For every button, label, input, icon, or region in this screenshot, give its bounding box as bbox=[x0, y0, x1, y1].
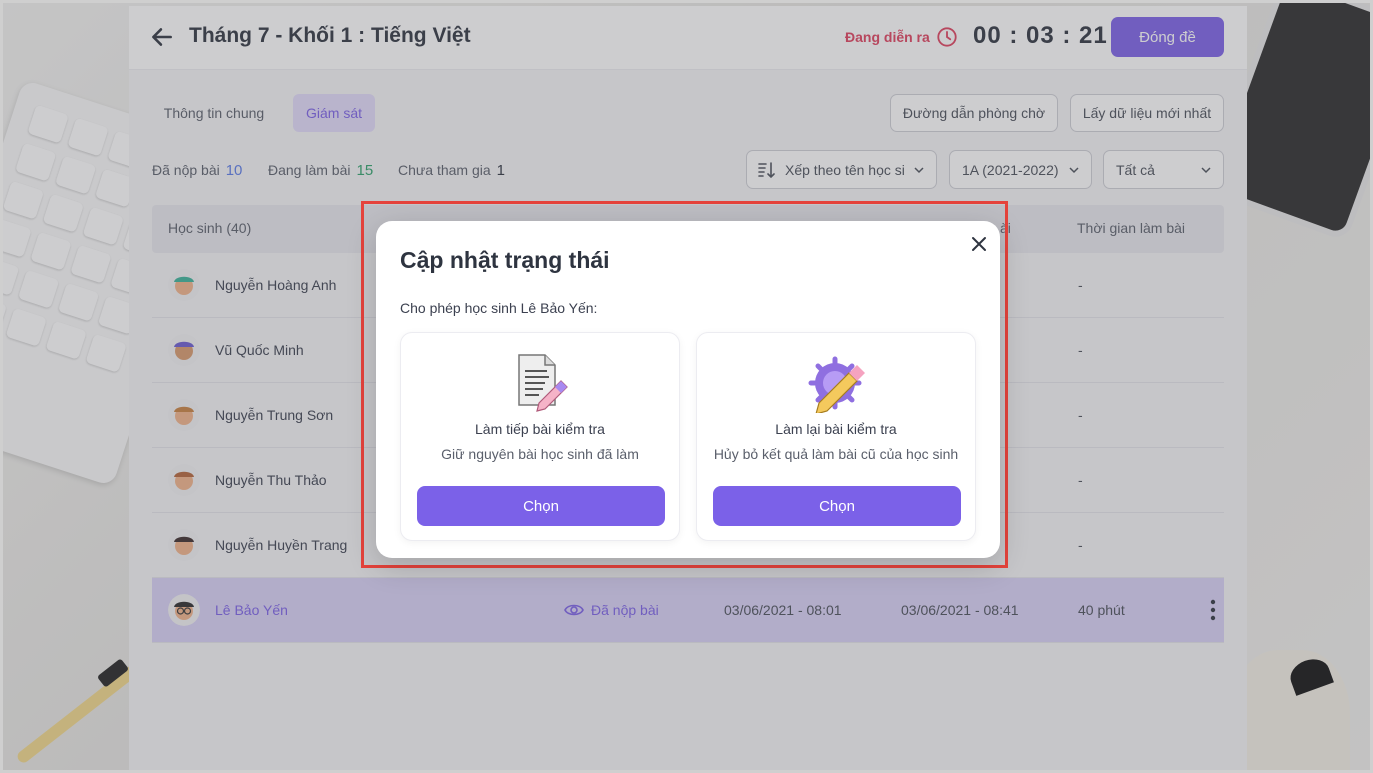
option-subtitle: Hủy bỏ kết quả làm bài cũ của học sinh bbox=[713, 446, 959, 462]
dialog-title: Cập nhật trạng thái bbox=[400, 247, 610, 273]
close-icon[interactable] bbox=[969, 234, 989, 254]
pencil-gear-icon bbox=[808, 356, 865, 413]
dialog-description: Cho phép học sinh Lê Bảo Yến: bbox=[400, 300, 598, 316]
option-retry-test: Làm lại bài kiểm tra Hủy bỏ kết quả làm … bbox=[696, 332, 976, 541]
option-title: Làm lại bài kiểm tra bbox=[775, 421, 897, 437]
choose-retry-button[interactable]: Chọn bbox=[713, 486, 961, 526]
option-continue-test: Làm tiếp bài kiểm tra Giữ nguyên bài học… bbox=[400, 332, 680, 541]
choose-continue-button[interactable]: Chọn bbox=[417, 486, 665, 526]
screen-frame: Tháng 7 - Khối 1 : Tiếng Việt Đang diễn … bbox=[0, 0, 1373, 773]
option-subtitle: Giữ nguyên bài học sinh đã làm bbox=[441, 446, 639, 462]
update-status-dialog: Cập nhật trạng thái Cho phép học sinh Lê… bbox=[376, 221, 1000, 558]
option-title: Làm tiếp bài kiểm tra bbox=[475, 421, 605, 437]
document-pencil-icon bbox=[518, 354, 568, 412]
